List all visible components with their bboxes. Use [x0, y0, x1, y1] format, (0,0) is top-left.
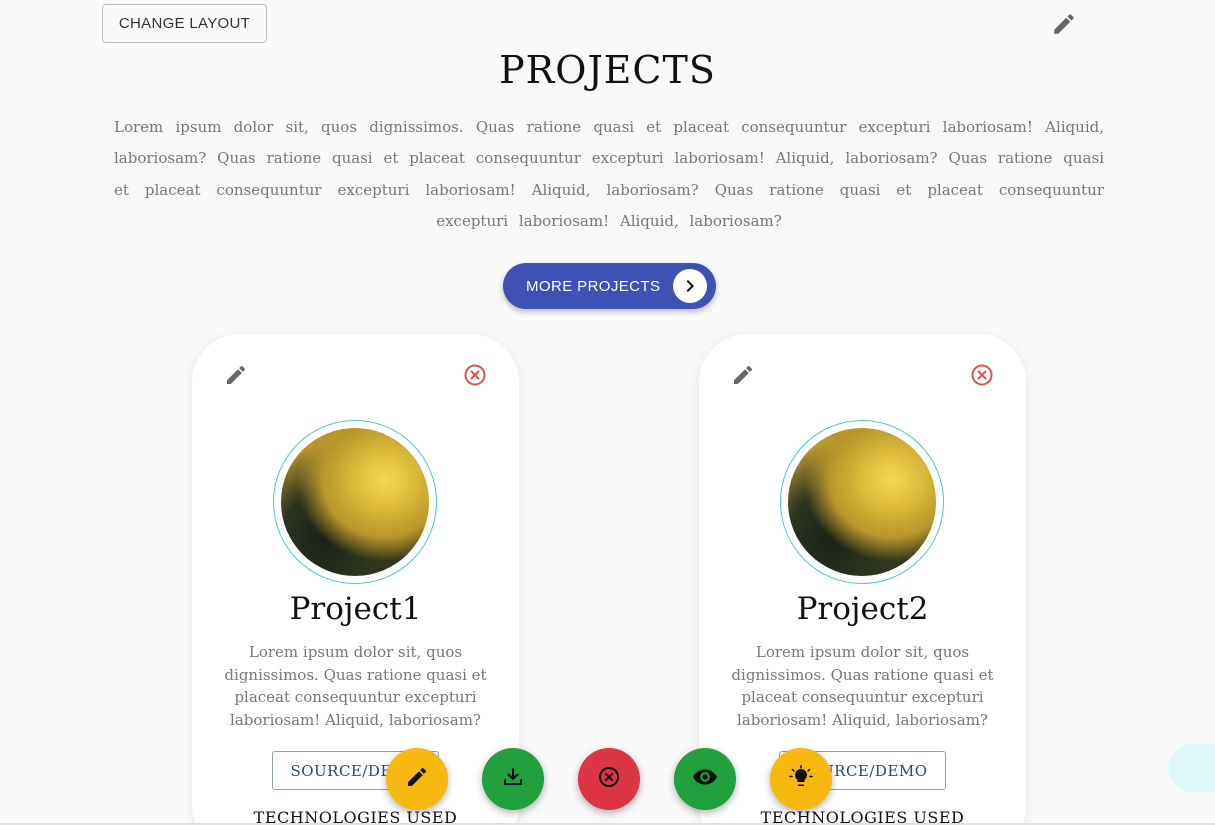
project-card: Project1 Lorem ipsum dolor sit, quos dig… — [192, 334, 519, 825]
edit-page-pencil-icon[interactable] — [1051, 11, 1077, 37]
project-image — [281, 428, 429, 576]
delete-project-close-circle-icon[interactable] — [970, 363, 994, 387]
page: CHANGE LAYOUT PROJECTS Lorem ipsum dolor… — [0, 0, 1215, 825]
project-description: Lorem ipsum dolor sit, quos dignissimos.… — [224, 643, 487, 730]
project-name: Project1 — [289, 591, 422, 627]
fab-view-button[interactable] — [674, 748, 736, 810]
project-avatar — [780, 420, 944, 584]
delete-project-close-circle-icon[interactable] — [463, 363, 487, 387]
edit-project-pencil-icon[interactable] — [224, 363, 248, 387]
eye-icon — [692, 764, 718, 794]
side-drawer-tab[interactable] — [1168, 744, 1215, 792]
fab-edit-button[interactable] — [386, 748, 448, 810]
page-title: PROJECTS — [499, 48, 716, 92]
more-projects-button[interactable]: MORE PROJECTS — [503, 263, 716, 309]
chevron-right-icon — [673, 269, 707, 303]
project-card: Project2 Lorem ipsum dolor sit, quos dig… — [699, 334, 1026, 825]
intro-text: Lorem ipsum dolor sit, quos dignissimos.… — [114, 118, 1104, 230]
close-circle-icon — [597, 765, 621, 793]
fab-close-button[interactable] — [578, 748, 640, 810]
project-description: Lorem ipsum dolor sit, quos dignissimos.… — [731, 643, 994, 730]
project-name: Project2 — [796, 591, 929, 627]
change-layout-button[interactable]: CHANGE LAYOUT — [102, 4, 267, 43]
download-icon — [501, 765, 525, 793]
project-image — [788, 428, 936, 576]
fab-theme-button[interactable] — [770, 748, 832, 810]
fab-download-button[interactable] — [482, 748, 544, 810]
pencil-icon — [405, 765, 429, 793]
project-avatar — [273, 420, 437, 584]
more-projects-label: MORE PROJECTS — [526, 277, 661, 295]
lightbulb-icon — [789, 765, 813, 793]
edit-project-pencil-icon[interactable] — [731, 363, 755, 387]
